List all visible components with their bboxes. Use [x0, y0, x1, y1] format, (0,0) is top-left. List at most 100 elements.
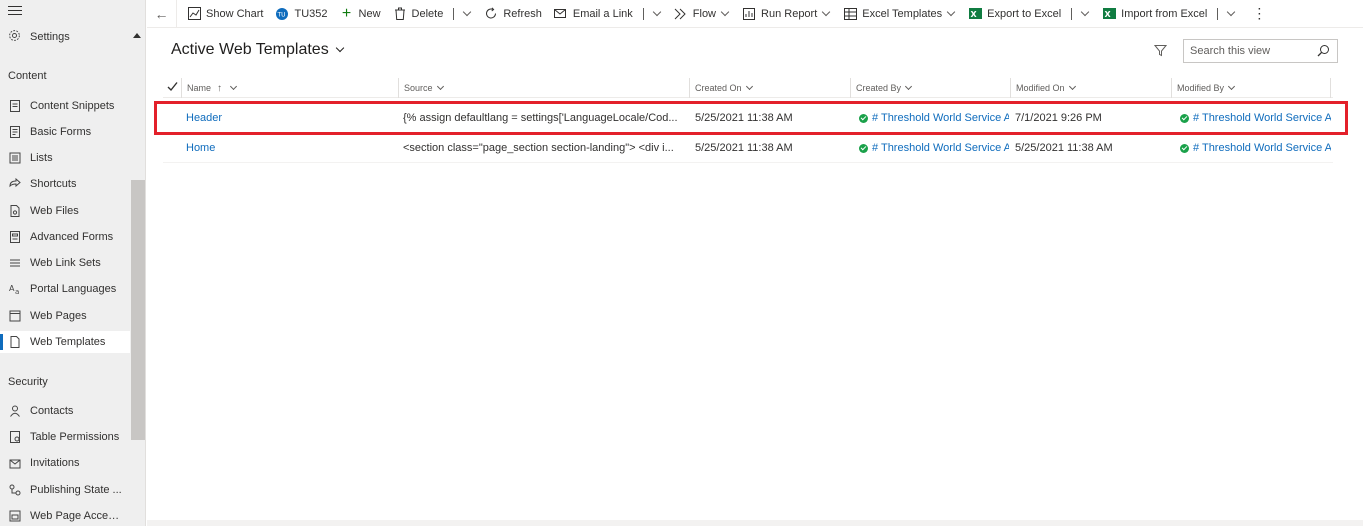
column-header-label: Modified On	[1016, 83, 1065, 93]
settings-area-switcher[interactable]: Settings	[0, 26, 145, 48]
sidebar-item-contacts[interactable]: Contacts	[0, 400, 130, 422]
filter-icon[interactable]	[1153, 44, 1168, 58]
sidebar-item-invitations[interactable]: Invitations	[0, 452, 130, 474]
sidebar-item-web-templates[interactable]: Web Templates	[0, 331, 130, 353]
delete-chevron-down-icon[interactable]	[463, 7, 472, 16]
modified-by-text: # Threshold World Service Acc	[1193, 142, 1331, 154]
modified-by-link[interactable]: # Threshold World Service Acc	[1180, 133, 1331, 163]
column-header-source[interactable]: Source	[398, 78, 689, 98]
shortcut-icon	[8, 177, 22, 191]
caret-up-icon[interactable]	[133, 33, 141, 38]
more-commands-icon[interactable]: ⋮	[1242, 5, 1276, 22]
created-by-link[interactable]: # Threshold World Service Acc	[859, 133, 1009, 163]
tu352-button[interactable]: TU TU352	[269, 0, 333, 28]
sidebar-item-label: Web Pages	[30, 310, 87, 322]
import-excel-button[interactable]: X Import from Excel	[1096, 0, 1213, 28]
export-chevron-down-icon[interactable]	[1080, 7, 1090, 16]
hamburger-menu-icon[interactable]	[8, 6, 22, 18]
chevron-down-icon	[904, 82, 913, 91]
column-header-label: Created On	[695, 83, 742, 93]
sidebar-item-label: Portal Languages	[30, 283, 117, 295]
invitation-icon	[8, 456, 22, 470]
person-icon	[8, 404, 22, 418]
sidebar-item-table-permissions[interactable]: Table Permissions	[0, 426, 130, 448]
search-box[interactable]	[1183, 39, 1338, 63]
back-arrow-icon: ←	[154, 5, 169, 22]
show-chart-label: Show Chart	[206, 7, 264, 20]
plus-icon: +	[341, 4, 352, 22]
back-button[interactable]: ←	[147, 0, 177, 28]
sidebar-item-label: Web Page Access...	[30, 510, 122, 522]
tu352-icon: TU	[275, 7, 289, 21]
show-chart-button[interactable]: Show Chart	[181, 0, 269, 28]
sort-ascending-icon: ↑	[217, 82, 223, 94]
flow-button[interactable]: Flow	[668, 0, 736, 28]
column-header-modified-by[interactable]: Modified By	[1171, 78, 1331, 98]
sidebar-item-content-snippets[interactable]: Content Snippets	[0, 95, 130, 117]
email-link-button[interactable]: Email a Link	[548, 0, 639, 28]
section-title-security: Security	[8, 376, 48, 388]
sidebar-item-lists[interactable]: Lists	[0, 147, 130, 169]
column-header-created-on[interactable]: Created On	[689, 78, 850, 98]
chevron-down-icon	[1227, 82, 1236, 91]
sidebar-item-web-link-sets[interactable]: Web Link Sets	[0, 252, 130, 274]
search-input[interactable]	[1190, 45, 1310, 57]
separator	[453, 7, 455, 20]
column-header-created-by[interactable]: Created By	[850, 78, 1010, 98]
report-icon	[742, 7, 756, 21]
language-icon: Aa	[8, 282, 22, 296]
sidebar-item-publishing-state[interactable]: Publishing State ...	[0, 479, 130, 501]
form-icon	[8, 125, 22, 139]
sidebar-item-web-files[interactable]: Web Files	[0, 200, 130, 222]
sidebar-item-label: Advanced Forms	[30, 231, 114, 243]
sidebar-item-portal-languages[interactable]: Aa Portal Languages	[0, 278, 130, 300]
column-header-name[interactable]: Name ↑	[181, 78, 398, 98]
table-row[interactable]: Home <section class="page_section sectio…	[163, 133, 1333, 163]
sidebar-item-advanced-forms[interactable]: Advanced Forms	[0, 226, 130, 248]
link-set-icon	[8, 256, 22, 270]
select-all-checkmark-icon[interactable]	[167, 81, 179, 93]
sidebar-item-basic-forms[interactable]: Basic Forms	[0, 121, 130, 143]
flow-label: Flow	[692, 7, 717, 20]
gear-icon	[8, 29, 21, 45]
chart-icon	[187, 7, 201, 21]
settings-label: Settings	[30, 31, 70, 43]
refresh-label: Refresh	[503, 7, 542, 20]
delete-button[interactable]: Delete	[387, 0, 450, 28]
run-report-button[interactable]: Run Report	[736, 0, 837, 28]
export-excel-button[interactable]: X Export to Excel	[962, 0, 1067, 28]
chevron-down-icon	[335, 43, 344, 53]
excel-templates-button[interactable]: Excel Templates	[837, 0, 962, 28]
svg-text:X: X	[970, 10, 977, 19]
email-chevron-down-icon[interactable]	[652, 7, 662, 16]
sidebar-item-shortcuts[interactable]: Shortcuts	[0, 173, 130, 195]
sidebar-scrollbar[interactable]	[131, 180, 145, 440]
section-title-content: Content	[8, 70, 47, 82]
web-page-icon	[8, 309, 22, 323]
refresh-button[interactable]: Refresh	[478, 0, 548, 28]
import-chevron-down-icon[interactable]	[1227, 7, 1236, 16]
sidebar-item-web-page-access[interactable]: Web Page Access...	[0, 505, 130, 526]
source-cell: <section class="page_section section-lan…	[403, 142, 674, 154]
page-title: Active Web Templates	[171, 41, 329, 58]
modified-on-cell: 5/25/2021 11:38 AM	[1015, 142, 1113, 154]
view-selector[interactable]: Active Web Templates	[171, 41, 344, 59]
permission-icon	[8, 430, 22, 444]
excel-templates-chevron-down-icon	[946, 7, 956, 16]
sidebar-item-label: Content Snippets	[30, 100, 115, 112]
chevron-down-icon	[436, 82, 444, 91]
document-text-icon	[8, 99, 22, 113]
column-header-modified-on[interactable]: Modified On	[1010, 78, 1171, 98]
sidebar-item-label: Lists	[30, 152, 53, 164]
delete-label: Delete	[411, 7, 444, 20]
record-name-link[interactable]: Home	[186, 133, 386, 163]
excel-icon: X	[1102, 7, 1116, 21]
chevron-down-icon	[1068, 82, 1076, 91]
search-icon[interactable]	[1317, 44, 1331, 58]
new-button[interactable]: + New	[334, 0, 387, 28]
separator	[642, 7, 644, 20]
created-on-cell: 5/25/2021 11:38 AM	[695, 142, 793, 154]
sidebar-item-label: Table Permissions	[30, 431, 120, 443]
email-icon	[553, 7, 568, 21]
sidebar-item-web-pages[interactable]: Web Pages	[0, 305, 130, 327]
